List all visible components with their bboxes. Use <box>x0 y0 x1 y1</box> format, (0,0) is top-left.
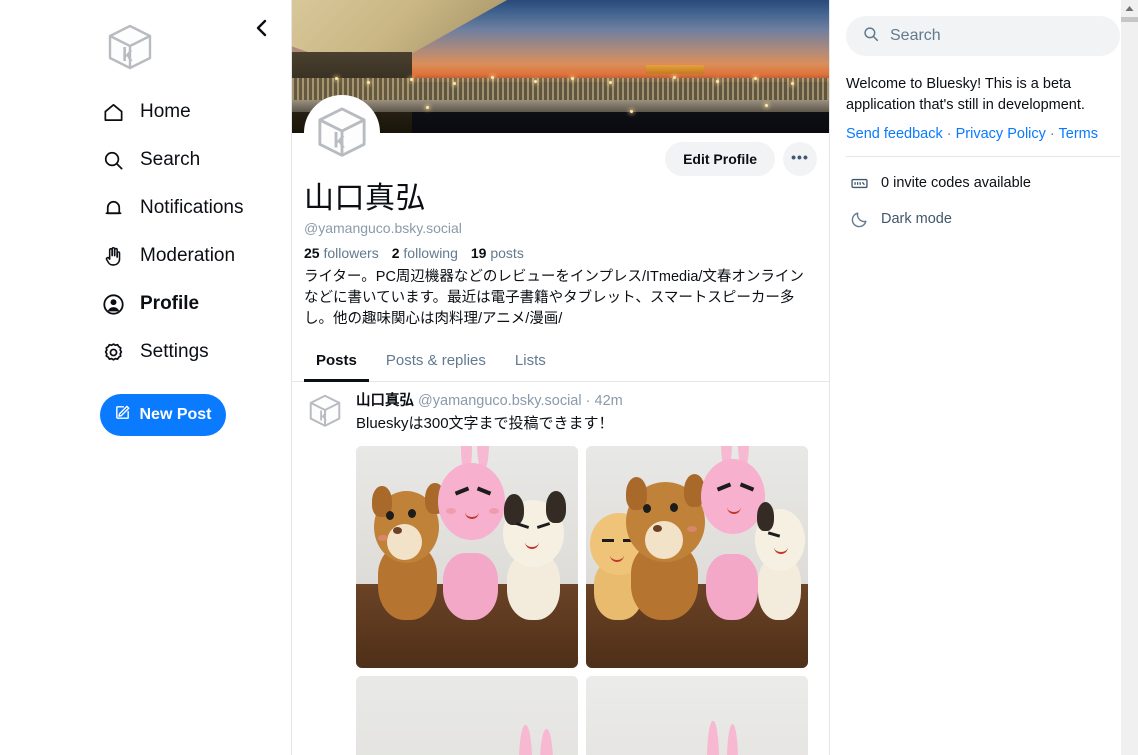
post-image-3[interactable] <box>356 676 578 755</box>
send-feedback-link[interactable]: Send feedback <box>846 126 943 142</box>
tab-posts-and-replies[interactable]: Posts & replies <box>374 343 498 382</box>
sidebar-collapse-button[interactable] <box>245 12 279 46</box>
compose-icon <box>114 404 131 426</box>
post-image-1[interactable] <box>356 446 578 669</box>
scrollbar-thumb[interactable] <box>1121 17 1138 22</box>
post-timestamp[interactable]: 42m <box>595 393 623 409</box>
followers-stat[interactable]: 25 followers <box>304 245 379 261</box>
post-image-2[interactable] <box>586 446 808 669</box>
post-author-handle[interactable]: @yamanguco.bsky.social <box>418 393 582 409</box>
sidebar-item-label: Profile <box>140 293 200 314</box>
cube-k-avatar-icon: k <box>305 392 345 434</box>
sidebar-item-settings[interactable]: Settings <box>100 328 291 376</box>
profile-center-column: k Edit Profile ••• 山口真弘 @yamanguco.bsky.… <box>291 0 830 755</box>
post-author-avatar[interactable]: k <box>304 392 346 434</box>
profile-action-row: Edit Profile ••• <box>304 133 817 176</box>
link-separator-2: · <box>1045 126 1059 143</box>
posts-label: posts <box>490 244 524 261</box>
gear-icon <box>100 339 126 365</box>
profile-avatar[interactable]: k <box>304 95 380 171</box>
sidebar-item-search[interactable]: Search <box>100 136 291 184</box>
following-stat[interactable]: 2 following <box>392 245 458 261</box>
post-image-grid <box>356 446 808 755</box>
cube-k-avatar-icon: k <box>311 100 373 167</box>
plush-photo-angle <box>586 446 808 669</box>
post-text: Blueskyは300文字まで投稿できます！ <box>356 414 614 432</box>
chevron-left-icon <box>254 18 270 41</box>
search-icon <box>100 147 126 173</box>
right-panel-divider <box>846 156 1120 158</box>
bell-icon <box>100 195 126 221</box>
posts-stat: 19 posts <box>471 245 524 261</box>
following-label: following <box>403 244 458 261</box>
plush-photo-front <box>356 446 578 669</box>
following-count: 2 <box>391 244 400 261</box>
home-icon <box>100 99 126 125</box>
profile-header: k Edit Profile ••• 山口真弘 @yamanguco.bsky.… <box>292 95 829 382</box>
tab-lists[interactable]: Lists <box>503 343 558 382</box>
svg-text:k: k <box>122 45 133 66</box>
link-separator-1: · <box>942 126 956 143</box>
right-sidebar: Welcome to Bluesky! This is a beta appli… <box>830 0 1138 755</box>
invite-codes-row[interactable]: 0 invite codes available <box>846 170 1120 196</box>
sidebar-item-label: Moderation <box>140 245 236 266</box>
post-item[interactable]: k 山口真弘 @yamanguco.bsky.social · 42m Blue… <box>292 382 829 755</box>
new-post-label: New Post <box>139 406 212 423</box>
moon-icon <box>846 206 872 232</box>
sidebar-nav: Home Search Notifications Moderation Pro… <box>100 88 291 376</box>
svg-text:k: k <box>319 409 327 424</box>
svg-text:k: k <box>333 129 345 152</box>
search-icon <box>862 25 880 48</box>
bluesky-app-window: k Home Search Notifications Moderation P… <box>0 0 1138 755</box>
ticket-icon <box>846 170 872 196</box>
profile-display-name: 山口真弘 <box>304 182 426 215</box>
person-circle-icon <box>100 291 126 317</box>
search-input[interactable] <box>890 27 1104 45</box>
sidebar-item-label: Search <box>140 149 201 170</box>
left-sidebar: k Home Search Notifications Moderation P… <box>0 0 291 755</box>
scroll-up-arrow-icon[interactable] <box>1121 0 1138 17</box>
search-box[interactable] <box>846 16 1120 56</box>
sidebar-item-label: Home <box>140 101 191 122</box>
footer-links: Send feedback · Privacy Policy · Terms <box>846 126 1120 142</box>
dark-mode-row[interactable]: Dark mode <box>846 206 1120 232</box>
post-image-4[interactable] <box>586 676 808 755</box>
new-post-button[interactable]: New Post <box>100 394 226 436</box>
terms-link[interactable]: Terms <box>1059 126 1098 142</box>
profile-stats: 25 followers 2 following 19 posts <box>304 245 817 261</box>
profile-bio: ライター。PC周辺機器などのレビューをインプレス/ITmedia/文春オンライン… <box>304 268 804 328</box>
post-body: 山口真弘 @yamanguco.bsky.social · 42m Bluesk… <box>356 392 817 755</box>
posts-count: 19 <box>470 244 487 261</box>
welcome-message: Welcome to Bluesky! This is a beta appli… <box>846 76 1085 114</box>
tab-posts[interactable]: Posts <box>304 343 369 382</box>
sidebar-item-label: Settings <box>140 341 209 362</box>
privacy-policy-link[interactable]: Privacy Policy <box>956 126 1046 142</box>
profile-handle: @yamanguco.bsky.social <box>304 219 462 236</box>
sidebar-item-label: Notifications <box>140 197 244 218</box>
hand-icon <box>100 243 126 269</box>
post-meta-separator: · <box>585 392 591 409</box>
sidebar-item-profile[interactable]: Profile <box>100 280 291 328</box>
edit-profile-button[interactable]: Edit Profile <box>665 142 775 176</box>
followers-count: 25 <box>304 244 320 261</box>
page-scrollbar[interactable] <box>1121 0 1138 755</box>
sidebar-item-notifications[interactable]: Notifications <box>100 184 291 232</box>
post-meta: 山口真弘 @yamanguco.bsky.social · 42m <box>356 392 817 411</box>
sidebar-item-moderation[interactable]: Moderation <box>100 232 291 280</box>
profile-more-options-button[interactable]: ••• <box>783 142 817 176</box>
dark-mode-label: Dark mode <box>881 211 952 228</box>
cube-k-logo-icon: k <box>102 18 158 74</box>
plush-photo-lying-side <box>586 676 808 755</box>
plush-photo-lying-closeup <box>356 676 578 755</box>
post-author-name[interactable]: 山口真弘 <box>356 393 414 409</box>
sidebar-item-home[interactable]: Home <box>100 88 291 136</box>
followers-label: followers <box>323 244 379 261</box>
profile-tabs: Posts Posts & replies Lists <box>292 343 829 382</box>
invite-codes-label: 0 invite codes available <box>881 175 1031 192</box>
